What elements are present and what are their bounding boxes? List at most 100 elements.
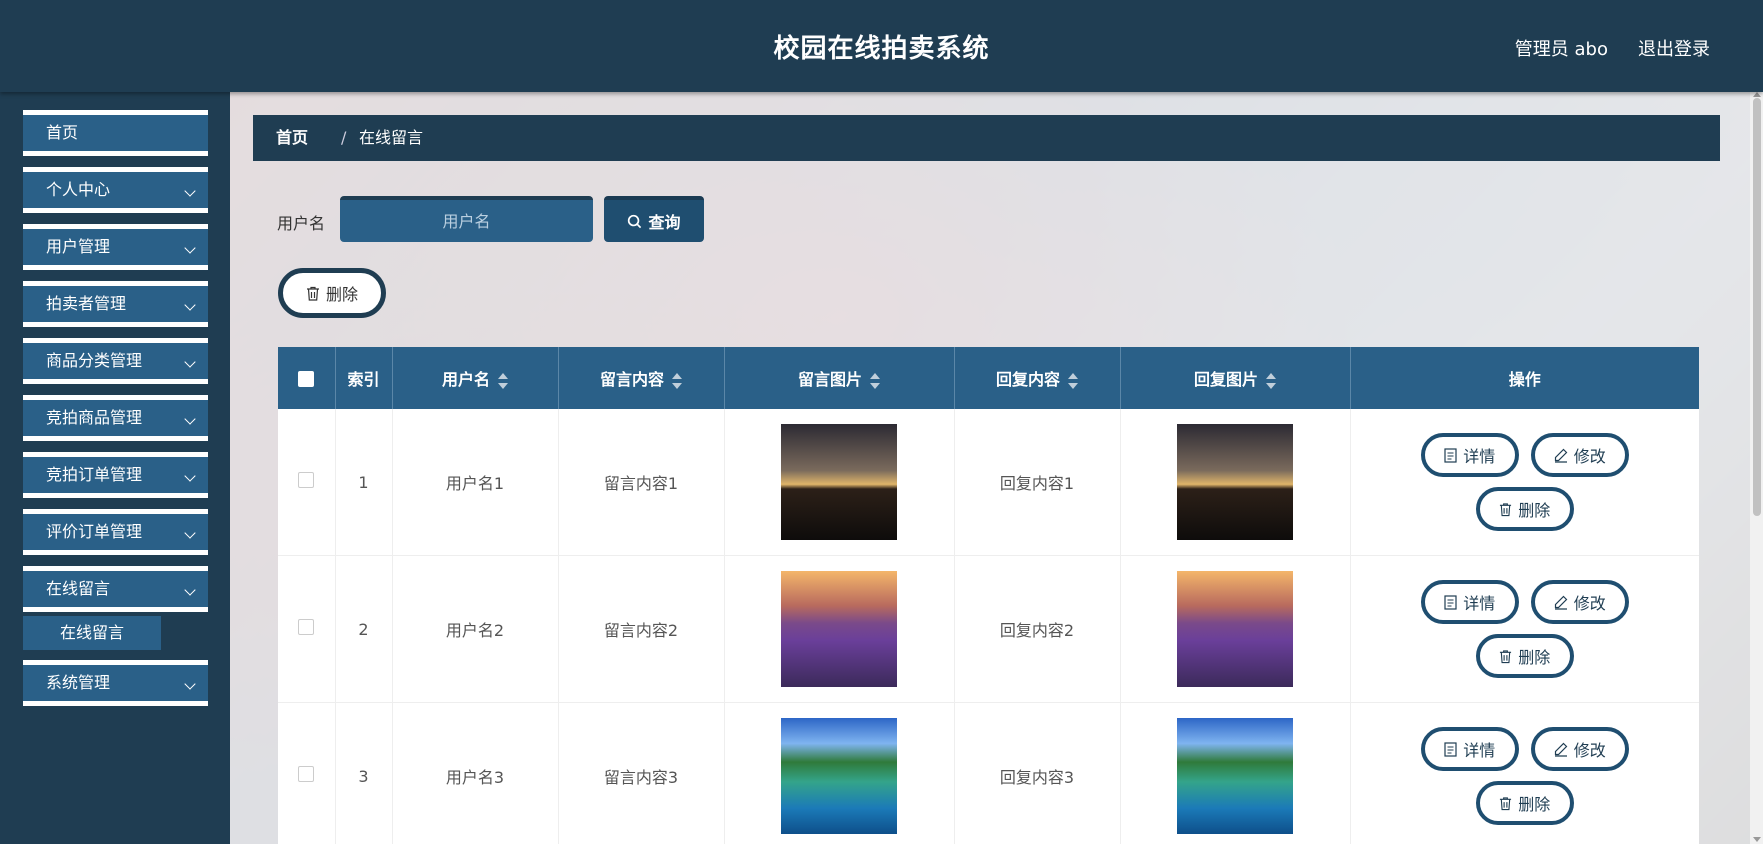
- header-label: 回复图片: [1193, 370, 1258, 389]
- reply-cell: 回复内容1: [954, 409, 1121, 556]
- header-reply[interactable]: 回复内容: [954, 347, 1121, 409]
- reply-image-cell: [1120, 702, 1351, 844]
- sidebar: 首页 个人中心 用户管理 拍卖者管理 商品分类管理 竞拍商品管理 竞拍订单管理 …: [0, 92, 230, 844]
- breadcrumb-home[interactable]: 首页: [276, 115, 308, 161]
- edit-label: 修改: [1573, 741, 1606, 760]
- chevron-down-icon: [184, 413, 196, 425]
- sort-icon[interactable]: [1068, 372, 1078, 389]
- sidebar-item-auction-goods[interactable]: 竞拍商品管理: [23, 395, 208, 441]
- row-select-cell: [278, 702, 336, 844]
- sidebar-item-label: 竞拍商品管理: [46, 408, 143, 427]
- sidebar-item-label: 首页: [46, 123, 79, 142]
- sidebar-item-label: 个人中心: [46, 180, 111, 199]
- header-reply-image[interactable]: 回复图片: [1120, 347, 1351, 409]
- sidebar-item-label: 拍卖者管理: [46, 294, 127, 313]
- trash-icon: [1500, 502, 1512, 516]
- detail-button[interactable]: 详情: [1420, 580, 1519, 624]
- reply-image[interactable]: [1177, 424, 1293, 540]
- message-image[interactable]: [781, 424, 897, 540]
- trash-icon: [306, 286, 319, 301]
- message-image[interactable]: [781, 718, 897, 834]
- scroll-down-arrow[interactable]: [1753, 837, 1761, 842]
- row-checkbox[interactable]: [298, 472, 315, 488]
- sidebar-item-label: 用户管理: [46, 237, 111, 256]
- index-cell: 1: [335, 409, 393, 556]
- edit-button[interactable]: 修改: [1530, 433, 1629, 477]
- sidebar-item-home[interactable]: 首页: [23, 110, 208, 156]
- select-all-checkbox[interactable]: [298, 371, 315, 387]
- search-icon: [628, 214, 642, 228]
- actions-cell: 详情 修改 删除: [1350, 702, 1699, 844]
- header-username[interactable]: 用户名: [392, 347, 559, 409]
- sidebar-item-online-messages[interactable]: 在线留言: [23, 566, 208, 612]
- table-row: 1 用户名1 留言内容1 回复内容1 详情 修改 删除: [278, 409, 1699, 556]
- delete-button[interactable]: 删除: [1475, 634, 1574, 678]
- breadcrumb-current: 在线留言: [359, 128, 424, 147]
- header-message[interactable]: 留言内容: [558, 347, 725, 409]
- header-label: 索引: [347, 370, 380, 389]
- sort-icon[interactable]: [498, 372, 508, 389]
- edit-label: 修改: [1573, 447, 1606, 466]
- reply-image[interactable]: [1177, 718, 1293, 834]
- app-title: 校园在线拍卖系统: [773, 34, 990, 64]
- sidebar-item-review-orders[interactable]: 评价订单管理: [23, 509, 208, 555]
- scroll-up-arrow[interactable]: [1753, 92, 1761, 97]
- chevron-down-icon: [184, 470, 196, 482]
- username-search-input[interactable]: [340, 196, 593, 242]
- row-checkbox[interactable]: [298, 619, 315, 635]
- main-content: 首页 / 在线留言 用户名 查询 删除 索引 用户名 留言内容 留言图片: [230, 92, 1750, 844]
- header-label: 回复内容: [995, 370, 1060, 389]
- delete-button[interactable]: 删除: [1475, 487, 1574, 531]
- row-checkbox[interactable]: [298, 766, 315, 782]
- search-button-label: 查询: [648, 215, 681, 232]
- message-cell: 留言内容3: [558, 702, 725, 844]
- edit-button[interactable]: 修改: [1530, 727, 1629, 771]
- edit-button[interactable]: 修改: [1530, 580, 1629, 624]
- logout-link[interactable]: 退出登录: [1638, 35, 1710, 61]
- sort-icon[interactable]: [870, 372, 880, 389]
- page-scrollbar[interactable]: [1750, 92, 1763, 844]
- header-label: 留言内容: [599, 370, 664, 389]
- delete-label: 删除: [1518, 795, 1551, 814]
- sort-icon[interactable]: [1266, 372, 1276, 389]
- document-icon: [1444, 447, 1457, 463]
- table-row: 3 用户名3 留言内容3 回复内容3 详情 修改 删除: [278, 702, 1699, 844]
- detail-button[interactable]: 详情: [1420, 727, 1519, 771]
- header-message-image[interactable]: 留言图片: [724, 347, 955, 409]
- detail-label: 详情: [1463, 594, 1496, 613]
- chevron-down-icon: [184, 584, 196, 596]
- header-select-all: [278, 347, 336, 409]
- chevron-down-icon: [184, 678, 196, 690]
- search-button[interactable]: 查询: [604, 196, 704, 242]
- table-header-row: 索引 用户名 留言内容 留言图片 回复内容 回复图片 操作: [278, 347, 1699, 409]
- sort-icon[interactable]: [672, 372, 682, 389]
- message-image[interactable]: [781, 571, 897, 687]
- breadcrumb: 首页 / 在线留言: [253, 115, 1720, 161]
- index-cell: 3: [335, 702, 393, 844]
- sidebar-item-system-management[interactable]: 系统管理: [23, 660, 208, 706]
- current-user: 管理员 abo: [1514, 39, 1608, 60]
- sidebar-item-auctioneer-management[interactable]: 拍卖者管理: [23, 281, 208, 327]
- chevron-down-icon: [184, 242, 196, 254]
- detail-button[interactable]: 详情: [1420, 433, 1519, 477]
- chevron-down-icon: [184, 356, 196, 368]
- bulk-delete-button[interactable]: 删除: [278, 268, 386, 318]
- edit-icon: [1554, 448, 1568, 463]
- sidebar-item-auction-orders[interactable]: 竞拍订单管理: [23, 452, 208, 498]
- sidebar-item-user-management[interactable]: 用户管理: [23, 224, 208, 270]
- delete-label: 删除: [1518, 648, 1551, 667]
- header-actions: 操作: [1350, 347, 1699, 409]
- top-header: 校园在线拍卖系统 管理员 abo 退出登录: [0, 0, 1763, 92]
- bulk-delete-label: 删除: [325, 287, 358, 304]
- sidebar-item-label: 系统管理: [46, 673, 111, 692]
- username-cell: 用户名3: [392, 702, 559, 844]
- delete-label: 删除: [1518, 501, 1551, 520]
- sidebar-item-personal-center[interactable]: 个人中心: [23, 167, 208, 213]
- sidebar-item-category-management[interactable]: 商品分类管理: [23, 338, 208, 384]
- reply-image[interactable]: [1177, 571, 1293, 687]
- reply-cell: 回复内容3: [954, 702, 1121, 844]
- scrollbar-thumb[interactable]: [1753, 98, 1761, 516]
- submenu-item-online-messages[interactable]: 在线留言: [23, 616, 161, 650]
- row-select-cell: [278, 409, 336, 556]
- delete-button[interactable]: 删除: [1475, 781, 1574, 825]
